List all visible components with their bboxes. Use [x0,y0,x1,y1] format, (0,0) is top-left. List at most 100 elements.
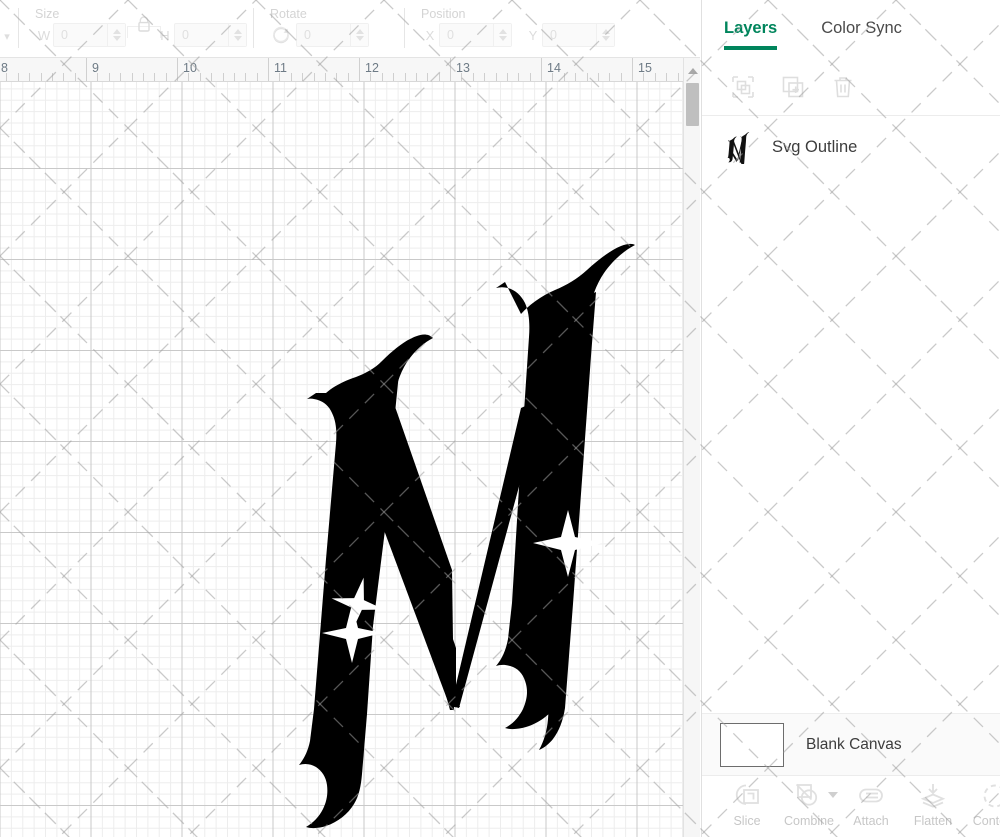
panel-tab-bar: Layers Color Sync [702,0,1000,58]
ruler-minor-tick [325,73,326,81]
canvas-vertical-scrollbar[interactable] [683,58,700,837]
ruler-major-tick [541,58,542,82]
ruler-minor-tick [427,73,428,81]
delete-icon[interactable] [831,75,855,99]
ruler-minor-tick [678,73,679,81]
ruler-minor-tick [655,73,656,81]
ruler-minor-tick [405,73,406,81]
position-y-input[interactable]: 0 [542,23,615,47]
ruler-minor-tick [234,73,235,81]
ruler-minor-tick [41,73,42,81]
contour-button[interactable]: Contour [964,782,1000,828]
ruler-major-tick [177,58,178,82]
ruler-minor-tick [314,73,315,81]
ruler-minor-tick [223,73,224,81]
tab-color-sync[interactable]: Color Sync [821,0,902,58]
ruler-minor-tick [211,73,212,81]
ruler-minor-tick [530,73,531,81]
shape-operations-toolbar: Slice Combine Attach [702,775,1000,837]
ruler-minor-tick [200,73,201,81]
height-input[interactable]: 0 [174,23,247,47]
ruler-minor-tick [507,73,508,81]
rotate-input[interactable]: 0 [296,23,369,47]
ruler-minor-tick [75,73,76,81]
ruler-minor-tick [643,73,644,81]
ruler-label: 10 [183,61,197,75]
ruler-major-tick [86,58,87,82]
rotate-label: Rotate [270,7,307,21]
ruler-minor-tick [666,73,667,81]
layer-list: Svg Outline [702,116,1000,713]
ruler-minor-tick [587,73,588,81]
tab-layers[interactable]: Layers [724,0,777,58]
ruler-minor-tick [63,73,64,81]
ruler-minor-tick [154,73,155,81]
ruler-minor-tick [109,73,110,81]
size-group: Size W 0 H 0 [35,0,253,57]
flatten-button[interactable]: Flatten [902,782,964,828]
combine-dropdown-caret-icon[interactable] [828,792,838,798]
duplicate-icon[interactable] [781,75,805,99]
ruler-major-tick [359,58,360,82]
ruler-minor-tick [473,73,474,81]
contour-icon [980,782,1000,810]
rotate-icon [270,24,292,46]
design-canvas[interactable] [0,82,683,837]
ruler-label: 15 [638,61,652,75]
attach-label: Attach [853,814,888,828]
toolbar-collapse-chevron-icon[interactable]: ▾ [0,30,14,44]
horizontal-ruler: 89101112131415 [0,58,700,82]
ruler-minor-tick [416,73,417,81]
ruler-minor-tick [439,73,440,81]
ruler-major-tick [632,58,633,82]
ruler-minor-tick [564,73,565,81]
ruler-minor-tick [382,73,383,81]
ruler-minor-tick [29,73,30,81]
ruler-minor-tick [336,73,337,81]
combine-button[interactable]: Combine [778,782,840,828]
position-x-input[interactable]: 0 [439,23,512,47]
rotate-value: 0 [297,24,350,46]
x-axis-label: X [421,28,439,43]
size-label: Size [35,7,59,21]
blank-canvas-row[interactable]: Blank Canvas [702,713,1000,775]
position-x-stepper[interactable] [493,24,511,46]
width-input[interactable]: 0 [53,23,126,47]
ruler-minor-tick [621,73,622,81]
width-axis-label: W [35,28,53,43]
edit-toolbar: ▾ Size W 0 H 0 [0,0,700,58]
position-y-value: 0 [543,24,596,46]
layer-action-toolbar [702,58,1000,116]
scrollbar-thumb[interactable] [686,83,699,126]
slice-icon [732,782,762,810]
height-stepper[interactable] [228,24,246,46]
ruler-minor-tick [302,73,303,81]
position-y-stepper[interactable] [596,24,614,46]
ruler-minor-tick [257,73,258,81]
ruler-minor-tick [188,73,189,81]
height-value: 0 [175,24,228,46]
ruler-minor-tick [52,73,53,81]
ruler-minor-tick [609,73,610,81]
attach-icon [856,782,886,810]
ruler-major-tick [450,58,451,82]
ruler-minor-tick [6,73,7,81]
group-icon[interactable] [731,75,755,99]
ruler-minor-tick [279,73,280,81]
list-item[interactable]: Svg Outline [702,116,1000,178]
width-stepper[interactable] [107,24,125,46]
attach-button[interactable]: Attach [840,782,902,828]
layer-name: Svg Outline [772,138,857,157]
blank-canvas-icon [720,723,784,767]
tab-color-sync-label: Color Sync [821,19,902,38]
scroll-up-caret-icon[interactable] [684,64,701,78]
ruler-minor-tick [393,73,394,81]
ruler-minor-tick [575,73,576,81]
canvas-artwork-svg-outline[interactable] [0,82,683,837]
slice-button[interactable]: Slice [716,782,778,828]
ruler-minor-tick [552,73,553,81]
blank-canvas-label: Blank Canvas [806,736,902,754]
rotate-stepper[interactable] [350,24,368,46]
ruler-minor-tick [348,73,349,81]
cricut-design-space-window: ▾ Size W 0 H 0 [0,0,1000,837]
